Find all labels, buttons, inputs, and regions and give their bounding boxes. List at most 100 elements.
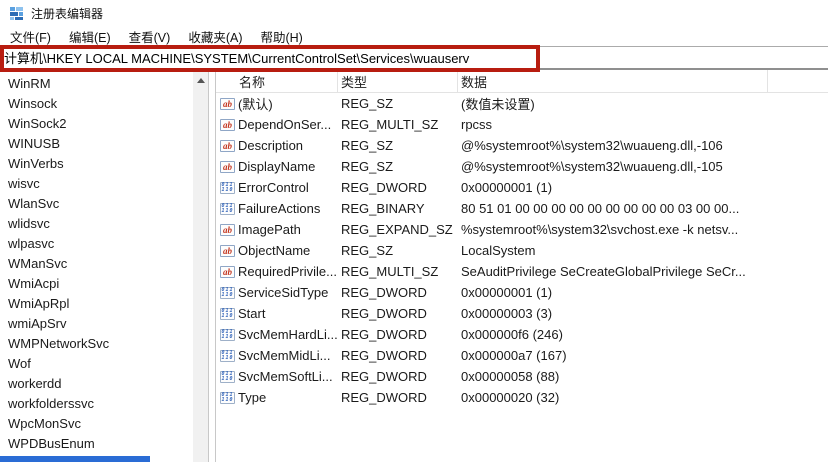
menu-item-2[interactable]: 查看(V) [120,25,180,48]
tree-item-wmpnetworksvc[interactable]: WMPNetworkSvc [0,334,208,354]
value-data: 0x000000f6 (246) [461,327,563,342]
value-data: @%systemroot%\system32\wuaueng.dll,-106 [461,138,723,153]
value-name: ImagePath [238,222,301,237]
binary-value-icon: 011 110 [220,391,235,404]
menu-item-3[interactable]: 收藏夹(A) [179,25,251,48]
column-header-data[interactable]: 数据 [458,70,768,93]
menu-item-0[interactable]: 文件(F) [1,25,60,48]
value-name: SvcMemHardLi... [238,327,338,342]
taskbar-fragment [0,456,150,462]
scroll-up-button[interactable] [193,72,208,88]
value-type: REG_DWORD [341,327,427,342]
tree-item-wmiaprpl[interactable]: WmiApRpl [0,294,208,314]
value-name: DependOnSer... [238,117,332,132]
registry-value-row[interactable]: ab (默认) REG_SZ (数值未设置) [216,93,828,114]
value-type: REG_DWORD [341,390,427,405]
value-data: rpcss [461,117,493,132]
value-data: 0x00000001 (1) [461,180,553,195]
column-header-filler [768,70,828,93]
registry-editor-icon [9,6,24,21]
pane-splitter[interactable] [208,70,216,462]
tree-item-winusb[interactable]: WINUSB [0,134,208,154]
menu-item-1[interactable]: 编辑(E) [60,25,120,48]
registry-value-row[interactable]: ab ImagePath REG_EXPAND_SZ %systemroot%\sys… [216,219,828,240]
registry-value-row[interactable]: 011 110 FailureActions REG_BINARY 80 51 01 0… [216,198,828,219]
tree-item-wof[interactable]: Wof [0,354,208,374]
registry-value-row[interactable]: 011 110 ErrorControl REG_DWORD 0x00000001 (1… [216,177,828,198]
registry-value-row[interactable]: ab DisplayName REG_SZ @%systemroot%\system3… [216,156,828,177]
value-name: Start [238,306,266,321]
tree-item-wlansvc[interactable]: WlanSvc [0,194,208,214]
tree-item-winverbs[interactable]: WinVerbs [0,154,208,174]
binary-value-icon: 011 110 [220,286,235,299]
value-data: 0x00000001 (1) [461,285,553,300]
tree-item-wmiapsrv[interactable]: wmiApSrv [0,314,208,334]
tree-item-winrm[interactable]: WinRM [0,74,208,94]
tree-item-wmansvc[interactable]: WManSvc [0,254,208,274]
value-type: REG_SZ [341,243,394,258]
value-data: LocalSystem [461,243,536,258]
binary-value-icon: 011 110 [220,202,235,215]
value-name: ServiceSidType [238,285,329,300]
tree-item-wlidsvc[interactable]: wlidsvc [0,214,208,234]
value-type: REG_DWORD [341,369,427,384]
tree-scrollbar[interactable] [193,72,208,462]
registry-value-row[interactable]: 011 110 SvcMemMidLi... REG_DWORD 0x000000a7 … [216,345,828,366]
tree-item-wlpasvc[interactable]: wlpasvc [0,234,208,254]
registry-value-row[interactable]: 011 110 SvcMemHardLi... REG_DWORD 0x000000f6… [216,324,828,345]
value-type: REG_DWORD [341,348,427,363]
value-type: REG_SZ [341,159,394,174]
string-value-icon: ab [216,223,238,236]
value-data: @%systemroot%\system32\wuaueng.dll,-105 [461,159,723,174]
binary-value-icon: 011 110 [220,349,235,362]
menu-bar: 文件(F) 编辑(E) 查看(V) 收藏夹(A) 帮助(H) [0,26,828,46]
window-title: 注册表编辑器 [31,6,104,21]
string-value-icon: ab [216,97,238,110]
value-data: 0x00000003 (3) [461,306,553,321]
registry-value-row[interactable]: ab ObjectName REG_SZ LocalSystem [216,240,828,261]
value-name: Type [238,390,267,405]
binary-value-icon: 011 110 [220,328,235,341]
value-data: SeAuditPrivilege SeCreateGlobalPrivilege… [461,264,746,279]
value-data: 0x000000a7 (167) [461,348,567,363]
binary-value-icon: 011 110 [220,181,235,194]
title-bar: 注册表编辑器 [0,0,828,26]
registry-tree-pane: WinRM Winsock WinSock2 WINUSB WinVerbs wisvc W… [0,70,208,462]
registry-value-row[interactable]: ab RequiredPrivile... REG_MULTI_SZ SeAuditP… [216,261,828,282]
value-name: FailureActions [238,201,321,216]
registry-value-row[interactable]: 011 110 SvcMemSoftLi... REG_DWORD 0x00000058… [216,366,828,387]
tree-item-workfolderssvc[interactable]: workfolderssvc [0,394,208,414]
tree-item-wpdbusenum[interactable]: WPDBusEnum [0,434,208,454]
tree-item-wmiacpi[interactable]: WmiAcpi [0,274,208,294]
value-name: DisplayName [238,159,316,174]
column-header-type[interactable]: 类型 [338,70,458,93]
string-value-icon: ab [216,139,238,152]
value-name: (默认) [238,97,273,112]
registry-value-row[interactable]: ab DependOnSer... REG_MULTI_SZ rpcss [216,114,828,135]
binary-value-icon: 011 110 [220,370,235,383]
registry-value-row[interactable]: 011 110 Type REG_DWORD 0x00000020 (32) [216,387,828,408]
value-name: Description [238,138,304,153]
registry-value-row[interactable]: 011 110 ServiceSidType REG_DWORD 0x00000001 … [216,282,828,303]
chevron-up-icon [196,77,205,83]
string-value-icon: ab [216,160,238,173]
values-table-body: ab (默认) REG_SZ (数值未设置) ab DependOnSer... REG_M… [216,93,828,408]
column-header-name[interactable]: 名称 [216,70,338,93]
tree-item-winsock2[interactable]: WinSock2 [0,114,208,134]
value-data: 0x00000020 (32) [461,390,560,405]
value-type: REG_EXPAND_SZ [341,222,453,237]
values-table-header: 名称 类型 数据 [216,70,828,93]
value-name: SvcMemSoftLi... [238,369,333,384]
tree-item-wpcmonsvc[interactable]: WpcMonSvc [0,414,208,434]
value-data: (数值未设置) [461,97,535,112]
registry-value-row[interactable]: 011 110 Start REG_DWORD 0x00000003 (3) [216,303,828,324]
value-data: 0x00000058 (88) [461,369,560,384]
value-name: SvcMemMidLi... [238,348,331,363]
menu-item-4[interactable]: 帮助(H) [251,25,311,48]
registry-path[interactable]: 计算机\HKEY LOCAL MACHINE\SYSTEM\CurrentCon… [0,48,469,67]
tree-item-winsock[interactable]: Winsock [0,94,208,114]
registry-value-row[interactable]: ab Description REG_SZ @%systemroot%\system3… [216,135,828,156]
tree-item-workerdd[interactable]: workerdd [0,374,208,394]
tree-item-wisvc[interactable]: wisvc [0,174,208,194]
address-bar[interactable]: 计算机\HKEY LOCAL MACHINE\SYSTEM\CurrentCon… [0,45,828,72]
